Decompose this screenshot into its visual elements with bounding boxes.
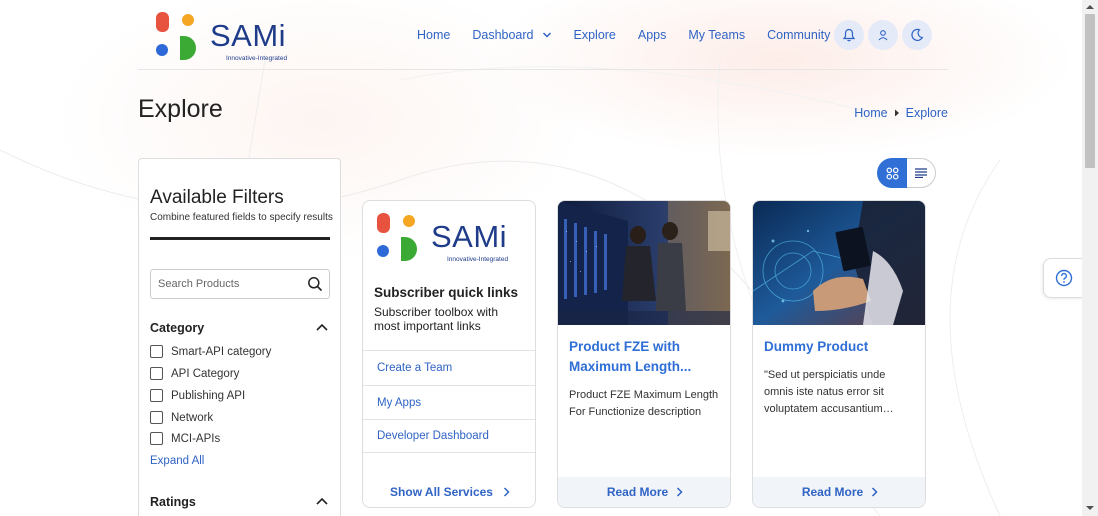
grid-icon bbox=[885, 166, 899, 180]
profile-button[interactable] bbox=[868, 20, 898, 50]
category-checkbox[interactable] bbox=[150, 432, 163, 445]
breadcrumb-explore[interactable]: Explore bbox=[906, 106, 948, 120]
view-toggle bbox=[877, 158, 936, 188]
brand-logo-mark bbox=[377, 213, 417, 261]
chevron-down-icon bbox=[542, 32, 551, 38]
expand-all-link[interactable]: Expand All bbox=[150, 455, 204, 467]
category-checkbox[interactable] bbox=[150, 411, 163, 424]
read-more-button[interactable]: Read More bbox=[753, 477, 925, 507]
filters-subtitle: Combine featured fields to specify resul… bbox=[150, 212, 333, 223]
search-products-field[interactable] bbox=[150, 269, 330, 299]
product-image-server-room bbox=[558, 201, 730, 325]
main-nav: Home Dashboard Explore Apps My Teams Com… bbox=[417, 22, 870, 48]
brand-logo: SAMi Innovative-Integrated bbox=[375, 213, 509, 263]
quick-link-developer-dashboard[interactable]: Developer Dashboard bbox=[363, 419, 535, 453]
nav-community-label: Community bbox=[767, 28, 831, 42]
category-option[interactable]: MCI-APIs bbox=[150, 432, 220, 445]
product-image-business-tablet bbox=[753, 201, 925, 325]
notifications-button[interactable] bbox=[834, 20, 864, 50]
quick-link-my-apps[interactable]: My Apps bbox=[363, 385, 535, 419]
user-icon bbox=[878, 30, 888, 41]
grid-view-button[interactable] bbox=[877, 158, 907, 188]
list-icon bbox=[915, 168, 927, 178]
filters-divider bbox=[150, 237, 330, 240]
category-heading: Category bbox=[150, 321, 205, 335]
category-option[interactable]: Network bbox=[150, 411, 213, 424]
breadcrumb-home[interactable]: Home bbox=[854, 106, 887, 120]
category-option[interactable]: API Category bbox=[150, 367, 239, 380]
category-option-label: Publishing API bbox=[171, 389, 246, 402]
quick-links-title: Subscriber quick links bbox=[374, 285, 519, 300]
chevron-right-icon bbox=[677, 487, 683, 497]
site-header: SAMi Innovative-Integrated Home Dashboar… bbox=[138, 0, 948, 70]
category-option-label: MCI-APIs bbox=[171, 432, 221, 445]
vertical-scrollbar[interactable] bbox=[1082, 0, 1098, 516]
nav-home[interactable]: Home bbox=[417, 28, 450, 42]
caret-right-icon bbox=[894, 109, 899, 117]
scrollbar-thumb[interactable] bbox=[1085, 14, 1095, 168]
brand-tagline: Innovative-Integrated bbox=[447, 256, 509, 263]
scroll-up-arrow-icon[interactable] bbox=[1086, 4, 1094, 10]
category-checkbox[interactable] bbox=[150, 367, 163, 380]
product-title[interactable]: Product FZE with Maximum Length... bbox=[569, 337, 721, 377]
nav-dashboard-label: Dashboard bbox=[472, 28, 534, 42]
nav-dashboard[interactable]: Dashboard bbox=[472, 28, 551, 42]
ratings-heading: Ratings bbox=[150, 495, 196, 509]
filters-panel: Available Filters Combine featured field… bbox=[138, 158, 341, 516]
category-option-label: Smart-API category bbox=[171, 345, 272, 358]
chevron-right-icon bbox=[872, 487, 878, 497]
moon-icon bbox=[911, 28, 924, 41]
read-more-label: Read More bbox=[801, 485, 864, 499]
quick-link-create-team[interactable]: Create a Team bbox=[363, 350, 535, 384]
nav-apps[interactable]: Apps bbox=[638, 28, 667, 42]
chevron-up-icon[interactable] bbox=[316, 497, 328, 505]
breadcrumb: Home Explore bbox=[854, 106, 948, 120]
quick-links-subtitle: Subscriber toolbox with most important l… bbox=[374, 305, 499, 333]
question-icon bbox=[1055, 269, 1072, 287]
nav-apps-label: Apps bbox=[637, 28, 667, 42]
quick-links-card: SAMi Innovative-Integrated Subscriber qu… bbox=[362, 200, 536, 508]
product-description: Product FZE Maximum Length For Functioni… bbox=[569, 389, 719, 418]
read-more-button[interactable]: Read More bbox=[558, 477, 730, 507]
list-view-button[interactable] bbox=[907, 158, 936, 188]
show-all-services-label: Show All Services bbox=[390, 485, 493, 499]
category-option-label: API Category bbox=[171, 367, 240, 380]
category-checkbox[interactable] bbox=[150, 389, 163, 402]
read-more-label: Read More bbox=[606, 485, 669, 499]
category-option-label: Network bbox=[171, 411, 214, 424]
search-icon[interactable] bbox=[307, 276, 323, 292]
product-title[interactable]: Dummy Product bbox=[764, 337, 916, 357]
brand-name: SAMi bbox=[210, 18, 287, 53]
nav-explore-label: Explore bbox=[573, 28, 616, 42]
nav-my-teams[interactable]: My Teams bbox=[688, 28, 745, 42]
page-title: Explore bbox=[138, 95, 223, 123]
bell-icon bbox=[842, 28, 856, 42]
help-button[interactable] bbox=[1043, 258, 1083, 298]
product-description: "Sed ut perspiciatis unde omnis iste nat… bbox=[764, 369, 894, 415]
product-card[interactable]: Dummy Product "Sed ut perspiciatis unde … bbox=[752, 200, 926, 508]
theme-toggle-button[interactable] bbox=[902, 20, 932, 50]
chevron-up-icon[interactable] bbox=[316, 323, 328, 331]
nav-home-label: Home bbox=[417, 28, 451, 42]
brand-logo-mark bbox=[156, 12, 196, 60]
brand-logo[interactable]: SAMi Innovative-Integrated bbox=[154, 12, 288, 62]
brand-tagline: Innovative-Integrated bbox=[226, 55, 288, 62]
nav-my-teams-label: My Teams bbox=[688, 28, 746, 42]
product-card[interactable]: Product FZE with Maximum Length... Produ… bbox=[557, 200, 731, 508]
scroll-down-arrow-icon[interactable] bbox=[1086, 505, 1094, 511]
filters-title: Available Filters bbox=[150, 187, 284, 208]
nav-explore[interactable]: Explore bbox=[574, 28, 616, 42]
category-option[interactable]: Publishing API bbox=[150, 389, 245, 402]
category-checkbox[interactable] bbox=[150, 345, 163, 358]
brand-name: SAMi bbox=[431, 219, 508, 254]
search-input[interactable] bbox=[151, 270, 291, 298]
chevron-right-icon bbox=[503, 487, 510, 497]
category-option[interactable]: Smart-API category bbox=[150, 345, 271, 358]
show-all-services-button[interactable]: Show All Services bbox=[363, 477, 535, 507]
